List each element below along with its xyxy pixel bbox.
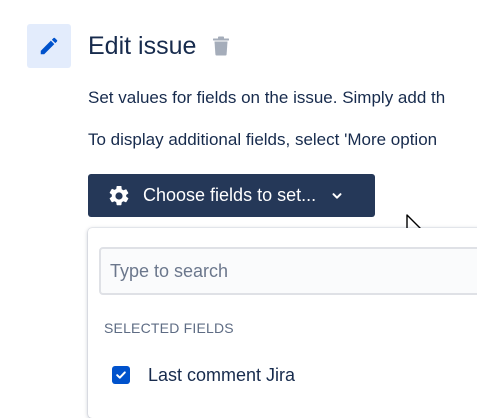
choose-fields-label: Choose fields to set... (143, 185, 317, 205)
page-title: Edit issue (88, 32, 197, 60)
list-item[interactable]: Last comment Jira (88, 360, 477, 390)
description-line-2: To display additional fields, select 'Mo… (88, 130, 438, 149)
choose-fields-button[interactable]: Choose fields to set... (88, 174, 375, 217)
gear-icon (107, 184, 131, 208)
selected-fields-heading: SELECTED FIELDS (104, 320, 234, 336)
pencil-icon (40, 37, 58, 55)
description-line-1: Set values for fields on the issue. Simp… (88, 88, 446, 107)
search-input[interactable] (99, 247, 477, 295)
chevron-down-icon (330, 189, 344, 203)
fields-dropdown: SELECTED FIELDS Last comment Jira (88, 228, 477, 418)
checkbox[interactable] (112, 366, 130, 384)
trash-icon[interactable] (212, 36, 230, 56)
edit-issue-icon-box (27, 24, 71, 68)
check-icon (116, 371, 126, 379)
option-label: Last comment Jira (148, 364, 296, 385)
